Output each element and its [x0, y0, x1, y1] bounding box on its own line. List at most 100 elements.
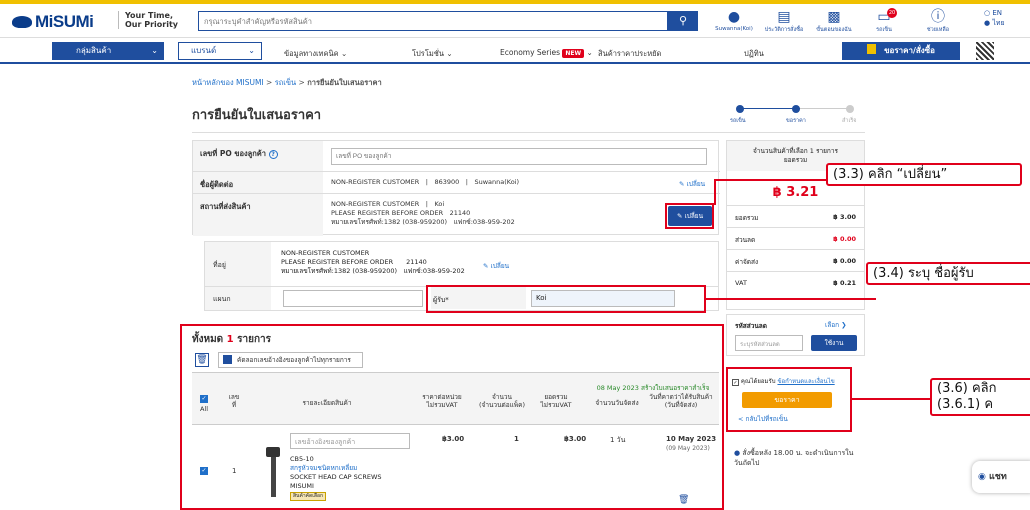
list-title: ทั้งหมด 1 รายการ [192, 334, 271, 345]
product-name: SOCKET HEAD CAP SCREWS [290, 473, 382, 481]
contact-row: ชื่อผู้ติดต่อ NON-REGISTER CUSTOMER | 86… [193, 172, 720, 194]
my-components-button[interactable]: ▩ ขั้นตอนของฉัน [812, 8, 856, 34]
po-number-input[interactable] [331, 148, 707, 165]
copy-ref-button[interactable]: คัดลอกเลขอ้างอิงของลูกค้าไปทุกรายการ [218, 352, 363, 368]
chevron-down-icon: ⌄ [151, 46, 158, 55]
help-icon: ⓘ [931, 9, 945, 25]
cart-icon: ▭ [877, 9, 891, 25]
qr-code-icon[interactable] [976, 42, 994, 60]
misumi-logo[interactable]: MiSUMi [12, 12, 94, 32]
cart-button[interactable]: ▭ รถเข็น [862, 8, 906, 34]
search-button[interactable]: ⚲ [668, 11, 698, 31]
terms-link[interactable]: ข้อกำหนดและเงื่อนไข [777, 378, 834, 385]
account-button[interactable]: ● Suwanna(Koi) [712, 8, 756, 32]
header-detail: รายละเอียดสินค้า [302, 399, 352, 407]
edit-icon: ✎ [483, 262, 489, 270]
search-box[interactable] [198, 11, 668, 31]
lang-en[interactable]: ○ EN [984, 8, 1005, 18]
logo-text: MiSUMi [35, 12, 94, 31]
history-icon: ▤ [777, 9, 791, 25]
contact-value: NON-REGISTER CUSTOMER | 863900 | Suwanna… [331, 178, 520, 186]
nav-brand-dropdown[interactable]: แบรนด์ ⌄ [178, 42, 262, 60]
new-badge: NEW [562, 49, 585, 58]
help-icon[interactable]: ? [268, 150, 278, 159]
lang-th[interactable]: ● ไทย [984, 18, 1005, 28]
page-title: การยืนยันใบเสนอราคา [192, 108, 322, 123]
step-label-quote: ขอราคา [786, 118, 806, 124]
table-header: ✓ All เลขที่ รายละเอียดสินค้า ราคาต่อหน่… [192, 372, 719, 425]
department-label: แผนก [205, 287, 271, 310]
chat-icon: ◉ [978, 472, 986, 482]
ship-row: สถานที่ส่งสินค้า NON-REGISTER CUSTOMER |… [193, 194, 720, 236]
coupon-label: รหัสส่วนลด [735, 322, 768, 330]
folder-icon: ▩ [827, 9, 841, 25]
nav-category-label: กลุ่มสินค้า [76, 46, 112, 55]
row-no: 1 [232, 467, 237, 475]
nav-budget-items[interactable]: สินค้าราคาประหยัด [598, 48, 661, 60]
agree-checkbox[interactable]: ✓ [732, 379, 739, 386]
row-trash-icon[interactable]: 🗑 [678, 495, 689, 505]
callout-3-6: (3.6) คลิก (3.6.1) ค [930, 378, 1030, 416]
breadcrumb-home[interactable]: หน้าหลักของ MISUMI [192, 78, 264, 87]
address-block: ที่อยู่ NON-REGISTER CUSTOMER PLEASE REGI… [204, 241, 719, 287]
request-quote-button[interactable]: ขอราคา [742, 392, 832, 408]
back-to-cart-link[interactable]: < กลับไปที่รถเข็น [738, 414, 788, 424]
document-icon [867, 44, 877, 54]
row-days: 1 วัน [610, 436, 626, 444]
history-label: ประวัติการสั่งซื้อ [764, 27, 804, 33]
trash-icon[interactable]: 🗑 [195, 353, 209, 367]
change-contact-link[interactable]: ✎ เปลี่ยน [679, 179, 705, 189]
info-dot-icon: ● [734, 449, 741, 457]
row-ship-date: (09 May 2023) [666, 445, 710, 452]
callout-line-34 [706, 298, 876, 300]
nav-economy-series[interactable]: Economy Series NEW ⌄ [500, 48, 593, 58]
breadcrumb-cart[interactable]: รถเข็น [275, 78, 296, 87]
step-dot-done [846, 105, 854, 113]
order-history-button[interactable]: ▤ ประวัติการสั่งซื้อ [762, 8, 806, 34]
step-dot-cart [736, 105, 744, 113]
breadcrumb: หน้าหลักของ MISUMI > รถเข็น > การยืนยันใ… [192, 78, 382, 87]
callout-3-3: (3.3) คลิก “เปลี่ยน” [826, 163, 1022, 186]
nav-category-dropdown[interactable]: กลุ่มสินค้า ⌄ [52, 42, 164, 60]
product-tag: สินค้าคัดเลือก [290, 492, 327, 501]
header-days: จำนวนวันจัดส่ง [595, 399, 639, 407]
customer-ref-input[interactable]: เลขอ้างอิงของลูกค้า [290, 433, 410, 449]
copy-icon [223, 355, 232, 364]
header-total: ยอดรวม ไม่รวมVAT [540, 393, 572, 409]
nav-calendar[interactable]: ปฏิทิน [744, 48, 764, 60]
callout-line-33 [714, 179, 834, 181]
row-qty: 1 [514, 435, 519, 443]
address-label: ที่อยู่ [205, 242, 271, 286]
tagline-line1: Your Time, [125, 11, 173, 20]
contact-label: ชื่อผู้ติดต่อ [193, 172, 323, 193]
product-type-link[interactable]: สกรูหัวจมชนิดหกเหลี่ยม [290, 464, 382, 473]
coupon-apply-button[interactable]: ใช้งาน [811, 335, 857, 351]
nav-tech-info[interactable]: ข้อมูลทางเทคนิค ⌄ [284, 48, 347, 60]
coupon-box: รหัสส่วนลด เลือก ❯ ระบุรหัสส่วนลด ใช้งาน [726, 314, 865, 356]
nav-quote-order-button[interactable]: ขอราคา/สั่งซื้อ [842, 42, 960, 60]
chat-button[interactable]: ◉ แชท [972, 461, 1030, 493]
coupon-input[interactable]: ระบุรหัสส่วนลด [735, 335, 803, 351]
language-switch[interactable]: ○ EN ● ไทย [984, 8, 1005, 28]
callout-line-36 [852, 398, 934, 400]
row-checkbox[interactable]: ✓ [200, 467, 208, 475]
nav-promotion[interactable]: โปรโมชั่น ⌄ [412, 48, 453, 60]
ship-label: สถานที่ส่งสินค้า [193, 194, 323, 236]
step-label-cart: รถเข็น [730, 118, 746, 124]
ship-address: NON-REGISTER CUSTOMER | Koi PLEASE REGIST… [331, 200, 515, 226]
select-all-checkbox[interactable]: ✓ [200, 395, 208, 403]
search-input[interactable] [199, 12, 667, 30]
chevron-down-icon: ⌄ [248, 46, 255, 55]
header-date: วันที่คาดว่าได้รับสินค้า (วันที่จัดส่ง) [649, 393, 713, 409]
change-address-link[interactable]: ✎ เปลี่ยน [483, 261, 509, 271]
help-label: ช่วยเหลือ [926, 27, 950, 33]
product-image [266, 447, 280, 499]
logo-mark-icon [12, 16, 32, 28]
account-label: Suwanna(Koi) [715, 26, 753, 32]
help-button[interactable]: ⓘ ช่วยเหลือ [916, 8, 960, 34]
agree-terms: ✓ คุณได้ยอมรับ ข้อกำหนดและเงื่อนไข [732, 378, 835, 386]
summary-row: ยอดรวม฿ 3.00 [727, 205, 864, 227]
summary-total-price: ฿ 3.21 [772, 185, 819, 200]
department-input[interactable] [283, 290, 423, 307]
coupon-select-link[interactable]: เลือก ❯ [825, 320, 847, 330]
